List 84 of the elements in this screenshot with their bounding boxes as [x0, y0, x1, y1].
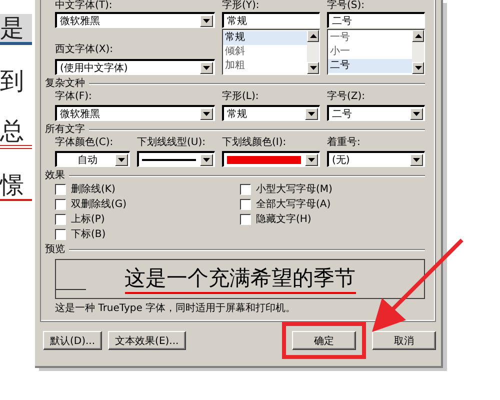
checkbox[interactable] — [240, 199, 251, 210]
checkbox[interactable] — [240, 214, 251, 225]
underline-color-dropdown[interactable] — [222, 151, 320, 167]
list-box[interactable]: 常规 倾斜 加粗 — [222, 29, 320, 75]
dropdown-field[interactable]: (无) — [327, 151, 425, 167]
checkbox[interactable] — [55, 184, 66, 195]
caret-icon — [203, 18, 210, 22]
dialog-button[interactable]: 取消 — [372, 331, 436, 350]
group-title: 复杂文种 — [45, 78, 85, 90]
dropdown-button[interactable] — [200, 108, 213, 120]
dropdown-value: (使用中文字体) — [60, 62, 129, 74]
caret-icon — [203, 158, 210, 162]
dropdown-field[interactable]: 微软雅黑 — [55, 105, 215, 121]
checkbox-label: 隐藏文字(H) — [256, 213, 312, 226]
dropdown-value: 二号 — [332, 108, 353, 120]
caret-icon — [308, 158, 315, 162]
field-label: 字号(Z): — [327, 91, 366, 103]
field-label: 字体颜色(C): — [55, 137, 114, 149]
field-label: 西文字体(X): — [55, 44, 114, 56]
font-note: 这是一种 TrueType 字体，同时适用于屏幕和打印机。 — [55, 303, 297, 315]
dropdown-button[interactable] — [410, 108, 423, 120]
dropdown-button[interactable] — [200, 62, 213, 74]
dropdown-field[interactable]: 二号 — [327, 105, 425, 121]
document-text: 到 — [0, 67, 25, 95]
dropdown-value: 自动 — [76, 154, 98, 166]
scrollbar[interactable] — [307, 30, 319, 74]
dialog-button[interactable]: 文本效果(E)... — [108, 331, 186, 350]
checkbox[interactable] — [240, 184, 251, 195]
checkbox[interactable] — [55, 229, 66, 240]
list-item[interactable]: 一号 — [328, 31, 412, 45]
dropdown-button[interactable] — [115, 154, 128, 166]
caret-icon — [413, 112, 420, 116]
dropdown-button[interactable] — [200, 154, 213, 166]
dropdown-value: 常规 — [227, 108, 248, 120]
input-field[interactable]: 二号 — [327, 12, 425, 28]
caret-icon — [118, 158, 125, 162]
caret-icon — [203, 112, 210, 116]
list-item[interactable]: 倾斜 — [223, 45, 307, 59]
checkbox-label: 上标(P) — [71, 213, 105, 226]
field-label: 着重号: — [327, 137, 362, 149]
document-text: 是 — [0, 14, 32, 45]
checkbox[interactable] — [55, 214, 66, 225]
up-arrow-icon — [310, 34, 316, 38]
checkbox-label: 删除线(K) — [71, 183, 116, 196]
caret-icon — [203, 66, 210, 70]
group-title: 效果 — [45, 170, 65, 182]
dialog-button[interactable]: 确定 — [292, 331, 356, 350]
list-item[interactable]: 小一 — [328, 45, 412, 59]
list-item[interactable]: 常规 — [223, 31, 307, 45]
dropdown-button[interactable] — [305, 154, 318, 166]
checkbox[interactable] — [55, 199, 66, 210]
underline-style-dropdown[interactable] — [137, 151, 215, 167]
checkbox-label: 全部大写字母(A) — [256, 198, 331, 211]
dropdown-value: 微软雅黑 — [60, 14, 101, 28]
field-label: 下划线颜色(I): — [222, 137, 288, 149]
group-title: 所有文字 — [45, 124, 85, 136]
dropdown-value: (无) — [332, 154, 351, 166]
group-title: 预览 — [45, 244, 65, 256]
caret-icon — [413, 158, 420, 162]
down-arrow-icon — [310, 66, 316, 70]
checkbox-label: 小型大写字母(M) — [256, 183, 332, 196]
checkbox-label: 双删除线(G) — [71, 198, 127, 211]
field-label: 下划线线型(U): — [137, 137, 206, 149]
scrollbar[interactable] — [412, 30, 424, 74]
down-arrow-icon — [414, 66, 422, 70]
dropdown-button[interactable] — [305, 108, 318, 120]
checkbox-label: 下标(B) — [71, 228, 106, 241]
input-field[interactable]: 常规 — [222, 12, 320, 28]
list-item[interactable]: 加粗 — [223, 59, 307, 73]
caret-icon — [308, 112, 315, 116]
dropdown-value: 微软雅黑 — [60, 108, 101, 120]
dropdown-button[interactable] — [410, 154, 423, 166]
field-label: 字形(L): — [222, 91, 260, 103]
dropdown-button[interactable] — [200, 14, 213, 26]
dropdown-field[interactable]: (使用中文字体) — [55, 59, 215, 75]
list-box[interactable]: 一号 小一 二号 — [327, 29, 425, 75]
list-item[interactable]: 二号 — [328, 59, 412, 73]
field-label: 字体(F): — [55, 91, 93, 103]
preview-text: 这是一个充满希望的季节 — [124, 264, 356, 294]
dropdown-field[interactable]: 微软雅黑 — [55, 12, 215, 28]
dropdown-field[interactable]: 自动 — [55, 151, 130, 167]
dialog-button[interactable]: 默认(D)... — [43, 331, 102, 350]
dropdown-field[interactable]: 常规 — [222, 105, 320, 121]
up-arrow-icon — [414, 34, 422, 38]
